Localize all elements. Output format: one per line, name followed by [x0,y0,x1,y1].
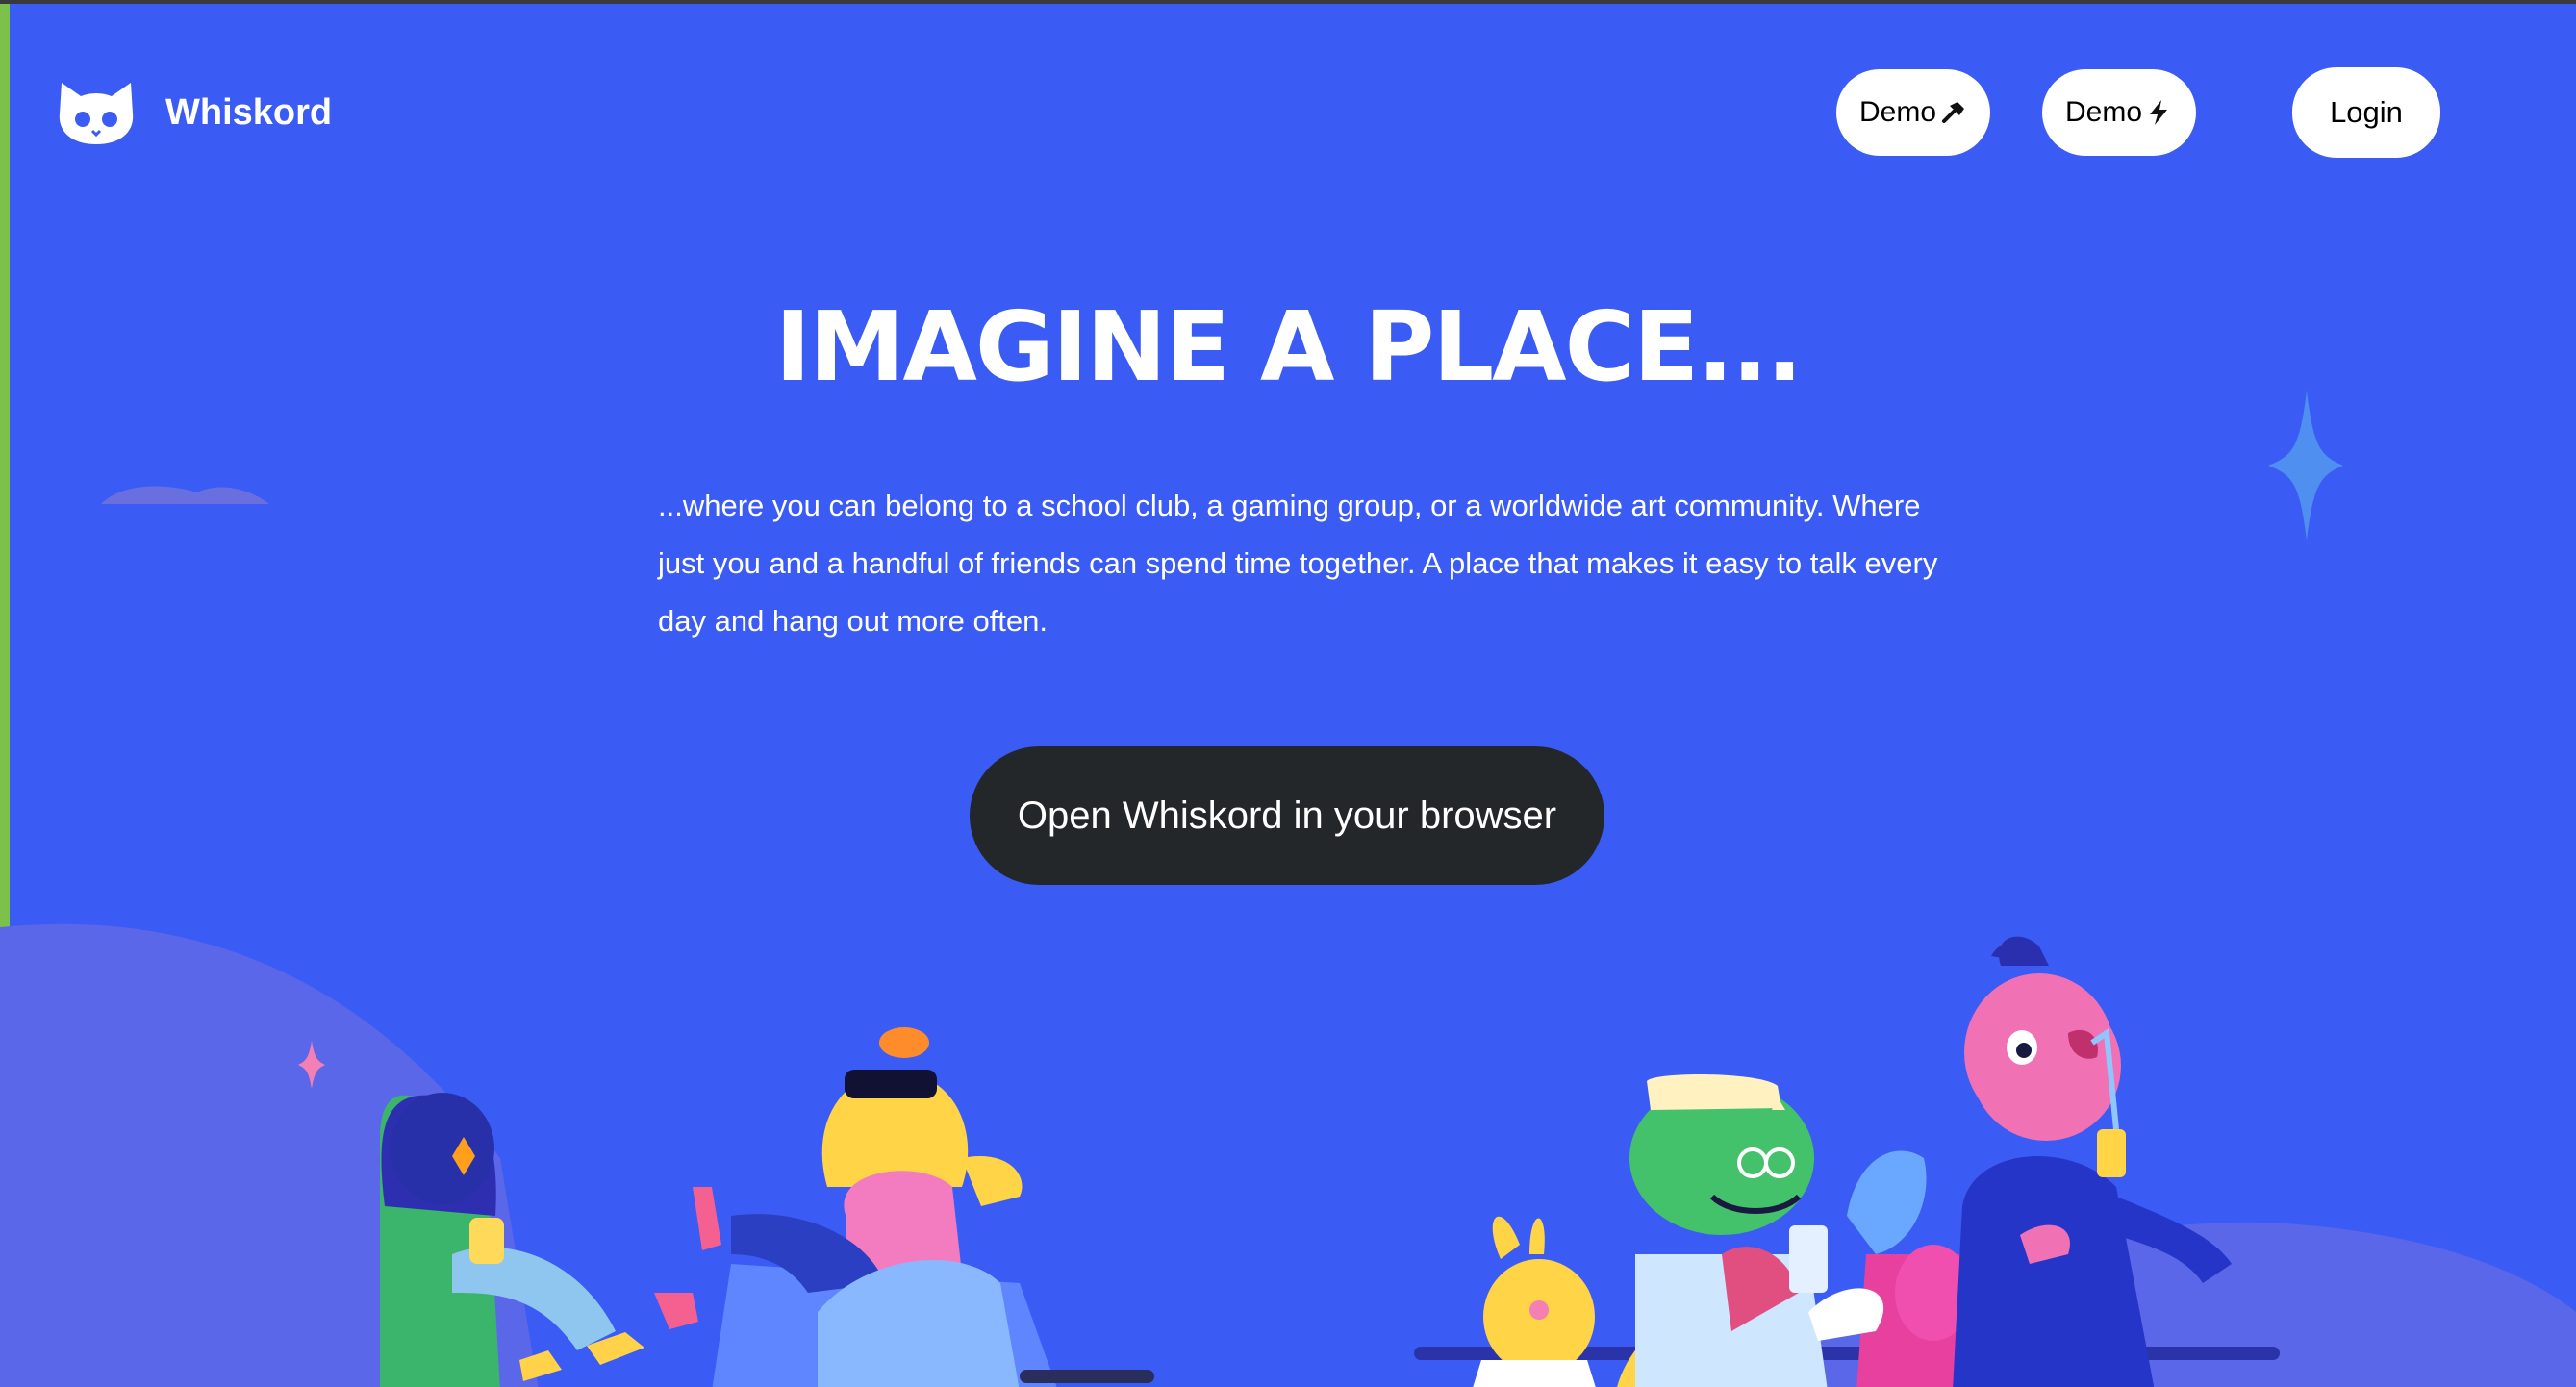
big-star-shape [2268,391,2343,541]
demo-label: Demo [1858,96,1937,128]
demo-button-hammer[interactable]: Demo [1836,69,1990,156]
brand-logo[interactable]: Whiskord [56,79,332,146]
open-in-browser-button[interactable]: Open Whiskord in your browser [970,746,1604,885]
character-sunglasses [654,1027,1154,1387]
hammer-icon [1942,102,1965,123]
demo-button-lightning[interactable]: Demo [2042,69,2196,156]
cloud-shape [101,486,269,504]
login-button[interactable]: Login [2292,67,2440,158]
lightning-icon [2150,100,2168,125]
hero-description: ...where you can belong to a school club… [658,489,1938,638]
page: Whiskord Demo Demo Login IMAGINE A PLACE… [0,0,2576,1387]
cat-logo-icon [59,83,134,144]
demo-label: Demo [2064,96,2143,128]
character-dino [1629,1074,1828,1387]
background-illustration [0,391,2576,1387]
hero-title: IMAGINE A PLACE... [774,290,1804,403]
brand-name: Whiskord [165,91,333,133]
